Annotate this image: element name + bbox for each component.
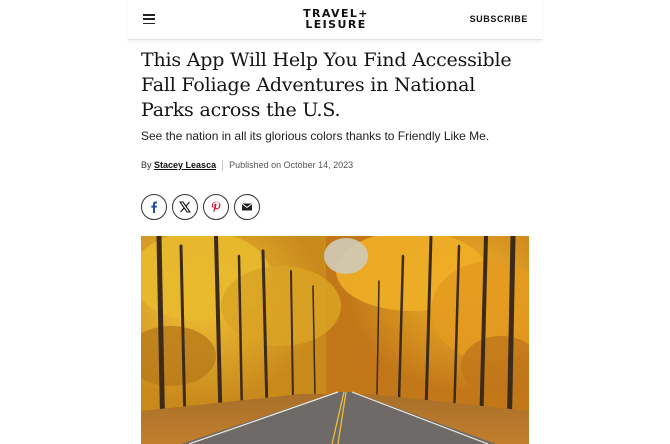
logo-line-2: LEISURE xyxy=(305,18,367,31)
x-twitter-icon xyxy=(179,201,191,213)
hamburger-menu-icon[interactable] xyxy=(143,14,155,25)
byline-divider xyxy=(222,160,224,172)
autumn-forest-road-photo xyxy=(141,236,529,444)
pinterest-icon xyxy=(211,201,221,213)
pinterest-share-button[interactable] xyxy=(203,194,229,220)
publish-date: Published on October 14, 2023 xyxy=(229,160,354,170)
site-logo[interactable]: TRAVEL+ LEISURE xyxy=(288,8,384,30)
subscribe-button[interactable]: SUBSCRIBE xyxy=(470,14,528,24)
email-share-button[interactable] xyxy=(234,194,260,220)
facebook-icon xyxy=(151,201,157,213)
article-title: This App Will Help You Find Accessible F… xyxy=(141,49,512,121)
facebook-share-button[interactable] xyxy=(141,194,167,220)
article-subtitle: See the nation in all its glorious color… xyxy=(141,129,490,143)
email-icon xyxy=(241,203,253,211)
article-page: TRAVEL+ LEISURE SUBSCRIBE This App Will … xyxy=(128,0,542,444)
author-link[interactable]: Stacey Leasca xyxy=(154,160,216,170)
x-share-button[interactable] xyxy=(172,194,198,220)
byline: By Stacey Leasca Published on October 14,… xyxy=(141,160,354,172)
hero-image xyxy=(141,236,529,444)
byline-prefix: By xyxy=(141,160,152,170)
site-header: TRAVEL+ LEISURE SUBSCRIBE xyxy=(128,0,542,40)
